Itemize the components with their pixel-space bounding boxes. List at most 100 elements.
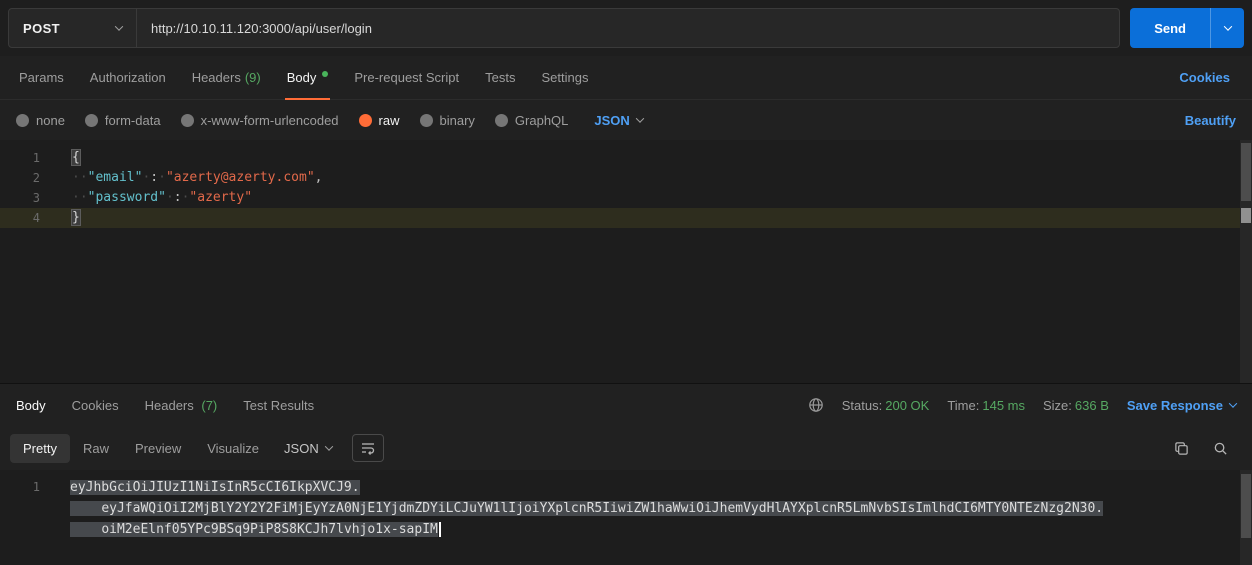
tab-settings[interactable]: Settings — [528, 56, 601, 99]
body-type-form-data[interactable]: form-data — [85, 113, 161, 128]
selected-text: eyJfaWQiOiI2MjBlY2Y2Y2FiMjEyYzA0NjE1Yjdm… — [70, 501, 1103, 516]
response-meta: Status:200 OK Time:145 ms Size:636 B Sav… — [808, 397, 1236, 413]
status-label: Status: — [842, 398, 882, 413]
chevron-down-icon — [1229, 399, 1237, 407]
selected-text: oiM2eElnf05YPc9BSq9PiP8S8KCJh7lvhjo1x-sa… — [70, 522, 438, 537]
status-badge: Status:200 OK — [842, 398, 930, 413]
tab-label: Headers — [192, 70, 241, 85]
jwt-token-segment: oiM2eElnf05YPc9BSq9PiP8S8KCJh7lvhjo1x-sa… — [101, 522, 438, 537]
radio-label: GraphQL — [515, 113, 568, 128]
response-tab-headers[interactable]: Headers (7) — [145, 398, 218, 413]
body-type-graphql[interactable]: GraphQL — [495, 113, 568, 128]
code-token: : — [150, 170, 158, 185]
copy-icon — [1174, 441, 1189, 456]
line-number: 2 — [0, 168, 50, 188]
headers-count: (9) — [245, 70, 261, 85]
response-section: Body Cookies Headers (7) Test Results St… — [0, 383, 1252, 565]
wrap-text-button[interactable] — [352, 434, 384, 462]
body-type-raw[interactable]: raw — [359, 113, 400, 128]
time-badge: Time:145 ms — [947, 398, 1025, 413]
view-pretty-button[interactable]: Pretty — [10, 434, 70, 463]
code-content: { — [50, 148, 80, 168]
method-dropdown[interactable]: POST — [9, 9, 137, 47]
response-code: eyJfaWQiOiI2MjBlY2Y2Y2FiMjEyYzA0NjE1Yjdm… — [50, 498, 1103, 519]
beautify-link[interactable]: Beautify — [1185, 113, 1236, 128]
url-input[interactable] — [137, 9, 1119, 47]
tab-headers[interactable]: Headers (9) — [179, 56, 274, 99]
radio-label: binary — [440, 113, 475, 128]
radio-label: form-data — [105, 113, 161, 128]
code-token: "azerty" — [189, 190, 252, 205]
tab-label: Tests — [485, 70, 515, 85]
wrap-text-icon — [360, 440, 376, 456]
copy-response-button[interactable] — [1174, 441, 1189, 456]
save-response-label: Save Response — [1127, 398, 1223, 413]
view-raw-button[interactable]: Raw — [70, 434, 122, 463]
tab-label: Settings — [541, 70, 588, 85]
save-response-button[interactable]: Save Response — [1127, 398, 1236, 413]
status-value: 200 OK — [885, 398, 929, 413]
response-tab-body[interactable]: Body — [16, 398, 46, 413]
search-icon — [1213, 441, 1228, 456]
radio-label: raw — [379, 113, 400, 128]
code-line-3: 3 ··"password"·:·"azerty" — [0, 188, 1252, 208]
view-visualize-button[interactable]: Visualize — [194, 434, 272, 463]
tab-params[interactable]: Params — [6, 56, 77, 99]
scrollbar-thumb[interactable] — [1241, 474, 1251, 538]
tab-body[interactable]: Body — [274, 56, 342, 99]
response-tab-cookies[interactable]: Cookies — [72, 398, 119, 413]
network-globe-icon[interactable] — [808, 397, 824, 413]
radio-icon — [16, 114, 29, 127]
unsaved-changes-dot — [322, 71, 328, 77]
time-value: 145 ms — [982, 398, 1025, 413]
request-bar: POST Send — [0, 0, 1252, 56]
send-options-button[interactable] — [1210, 8, 1244, 48]
tab-label: Headers — [145, 398, 194, 413]
response-header: Body Cookies Headers (7) Test Results St… — [0, 384, 1252, 426]
response-view-toolbar: Pretty Raw Preview Visualize JSON — [0, 426, 1252, 470]
url-group: POST — [8, 8, 1120, 48]
tab-pre-request-script[interactable]: Pre-request Script — [341, 56, 472, 99]
view-preview-button[interactable]: Preview — [122, 434, 194, 463]
code-line-1: 1 { — [0, 148, 1252, 168]
response-line-1-wrap-a: eyJfaWQiOiI2MjBlY2Y2Y2FiMjEyYzA0NjE1Yjdm… — [0, 498, 1252, 519]
tab-label: Test Results — [243, 398, 314, 413]
tab-tests[interactable]: Tests — [472, 56, 528, 99]
request-body-editor[interactable]: 1 { 2 ··"email"·:·"azerty@azerty.com", 3… — [0, 140, 1252, 383]
size-label: Size: — [1043, 398, 1072, 413]
code-token: , — [315, 170, 323, 185]
response-format-dropdown[interactable]: JSON — [272, 434, 344, 463]
wrap-indent — [70, 522, 101, 537]
line-number: 1 — [0, 148, 50, 168]
chevron-down-icon — [324, 442, 332, 450]
radio-icon — [495, 114, 508, 127]
cookies-link[interactable]: Cookies — [1179, 70, 1230, 85]
send-button[interactable]: Send — [1130, 8, 1210, 48]
search-response-button[interactable] — [1213, 441, 1228, 456]
tab-authorization[interactable]: Authorization — [77, 56, 179, 99]
editor-scrollbar[interactable] — [1240, 140, 1252, 383]
scrollbar-thumb[interactable] — [1241, 143, 1251, 201]
radio-icon — [420, 114, 433, 127]
jwt-token-segment: eyJhbGciOiJIUzI1NiIsInR5cCI6IkpXVCJ9. — [70, 480, 360, 495]
code-token: ·· — [72, 170, 88, 185]
response-tab-test-results[interactable]: Test Results — [243, 398, 314, 413]
radio-icon — [181, 114, 194, 127]
chevron-down-icon — [1223, 22, 1231, 30]
body-language-dropdown[interactable]: JSON — [594, 113, 642, 128]
scrollbar-cursor-marker — [1241, 208, 1251, 223]
radio-label: x-www-form-urlencoded — [201, 113, 339, 128]
headers-count: (7) — [201, 398, 217, 413]
response-body-viewer[interactable]: 1 eyJhbGciOiJIUzI1NiIsInR5cCI6IkpXVCJ9. … — [0, 470, 1252, 565]
response-code: eyJhbGciOiJIUzI1NiIsInR5cCI6IkpXVCJ9. — [50, 477, 360, 498]
chevron-down-icon — [636, 114, 644, 122]
time-label: Time: — [947, 398, 979, 413]
body-type-none[interactable]: none — [16, 113, 65, 128]
line-number: 3 — [0, 188, 50, 208]
response-scrollbar[interactable] — [1240, 470, 1252, 565]
body-type-binary[interactable]: binary — [420, 113, 475, 128]
postman-window: POST Send Params Authorization Headers (… — [0, 0, 1252, 565]
method-label: POST — [23, 21, 60, 36]
body-type-x-www-form-urlencoded[interactable]: x-www-form-urlencoded — [181, 113, 339, 128]
tab-label: Params — [19, 70, 64, 85]
